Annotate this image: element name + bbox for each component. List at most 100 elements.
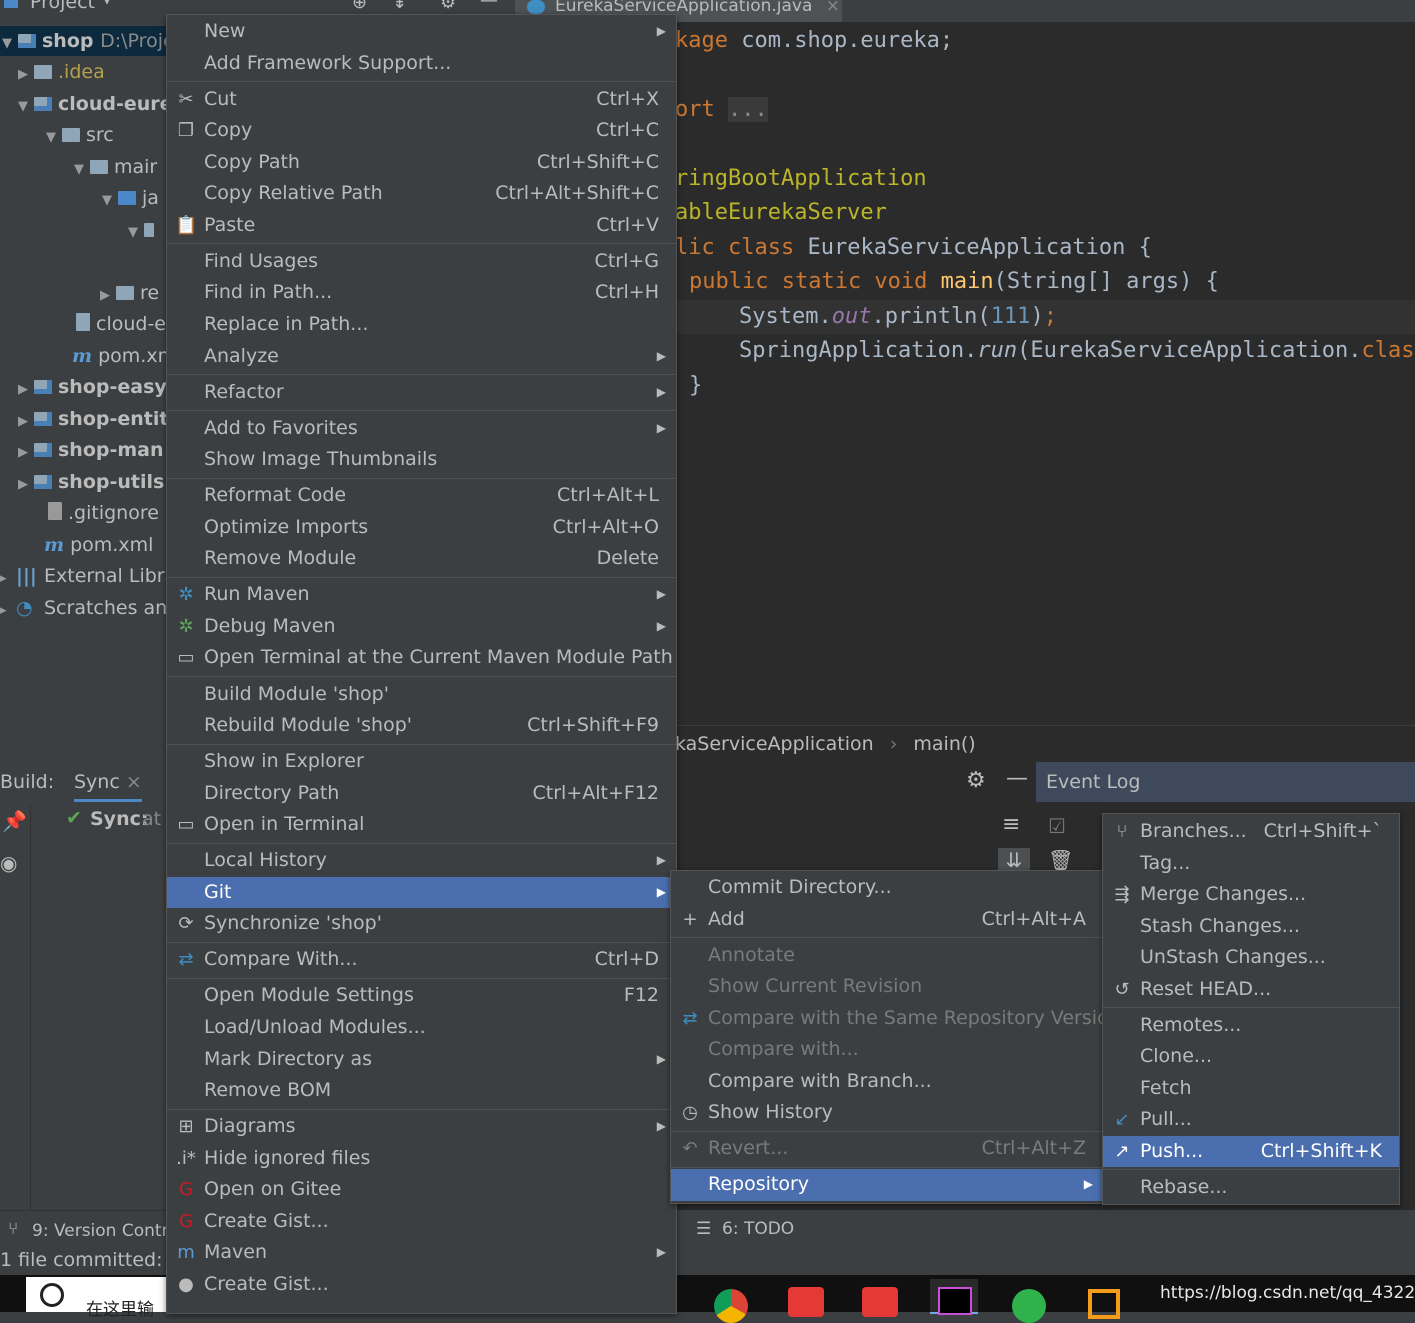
chevron-down-icon[interactable]: ▼ <box>46 123 62 153</box>
intellij-icon[interactable] <box>930 1279 978 1315</box>
event-log-title[interactable]: Event Log <box>1046 771 1140 793</box>
menu-item-run-maven[interactable]: ✲ Run Maven ▶ <box>167 579 676 611</box>
code-editor[interactable]: kage com.shop.eureka; ort ... ringBootAp… <box>675 22 1415 725</box>
menu-item-find-in-path[interactable]: Find in Path... Ctrl+H <box>167 277 676 309</box>
menu-item-fetch[interactable]: Fetch <box>1103 1073 1399 1105</box>
project-view-label[interactable]: Project <box>30 0 95 13</box>
menu-item-replace-in-path[interactable]: Replace in Path... <box>167 309 676 341</box>
menu-item-compare-with-branch[interactable]: Compare with Branch... <box>671 1066 1103 1098</box>
trash-icon[interactable]: 🗑 <box>1048 848 1073 872</box>
tree-item-java[interactable]: ▼ ja <box>0 183 159 213</box>
chevron-right-icon[interactable]: ▶ <box>18 375 34 405</box>
chevron-right-icon[interactable]: ▶ <box>18 438 34 468</box>
tree-item-shop-utils[interactable]: ▶ shop-utils <box>0 467 164 497</box>
tree-item-cloud-eureka[interactable]: ▼ cloud-eure <box>0 89 166 119</box>
chevron-down-icon[interactable]: ▼ <box>18 92 34 122</box>
menu-item-stash-changes[interactable]: Stash Changes... <box>1103 911 1399 943</box>
menu-item-rebase[interactable]: Rebase... <box>1103 1172 1399 1204</box>
chevron-down-icon[interactable]: ▼ <box>74 155 90 185</box>
todo-tab[interactable]: 6: TODO <box>722 1210 794 1248</box>
target-icon[interactable]: ⊕ <box>352 0 367 13</box>
chevron-right-icon[interactable]: ▶ <box>100 281 116 311</box>
menu-item-hide-ignored-files[interactable]: .i* Hide ignored files <box>167 1143 676 1175</box>
menu-item-cut[interactable]: ✂ Cut Ctrl+X <box>167 84 676 116</box>
tree-item-pom[interactable]: mpom.xm <box>0 341 166 371</box>
chevron-right-icon[interactable]: ▶ <box>18 407 34 437</box>
menu-item-debug-maven[interactable]: ✲ Debug Maven ▶ <box>167 611 676 643</box>
close-icon[interactable]: × <box>826 0 840 16</box>
netease-music-icon[interactable] <box>862 1287 898 1317</box>
chevron-right-icon[interactable]: ▸ <box>0 596 16 626</box>
menu-item-compare-with[interactable]: ⇄ Compare With... Ctrl+D <box>167 944 676 976</box>
collapse-icon[interactable]: ⇟ <box>392 0 407 13</box>
breadcrumb-class[interactable]: kaServiceApplication <box>675 733 874 755</box>
chevron-right-icon[interactable]: ▶ <box>18 60 34 90</box>
taskbar-search-box[interactable]: 在这里输 <box>26 1277 166 1320</box>
tree-item-shop-entity[interactable]: ▶ shop-entit <box>0 404 166 434</box>
menu-item-remove-bom[interactable]: Remove BOM <box>167 1075 676 1107</box>
menu-item-find-usages[interactable]: Find Usages Ctrl+G <box>167 246 676 278</box>
tree-item-scratches[interactable]: ▸ ◔ Scratches and <box>0 593 166 623</box>
youdao-icon[interactable] <box>788 1287 824 1317</box>
menu-item-add-to-favorites[interactable]: Add to Favorites ▶ <box>167 413 676 445</box>
menu-item-show-image-thumbnails[interactable]: Show Image Thumbnails <box>167 444 676 476</box>
chevron-right-icon[interactable]: ▶ <box>18 470 34 500</box>
menu-item-open-on-gitee[interactable]: G Open on Gitee <box>167 1174 676 1206</box>
menu-item-remotes[interactable]: Remotes... <box>1103 1010 1399 1042</box>
tree-item-external-libraries[interactable]: ▸ ||| External Libra <box>0 561 166 591</box>
menu-item-merge-changes[interactable]: ⇶ Merge Changes... <box>1103 879 1399 911</box>
menu-item-unstash-changes[interactable]: UnStash Changes... <box>1103 942 1399 974</box>
menu-item-git[interactable]: Git ▶ <box>167 876 676 909</box>
menu-item-add-framework-support[interactable]: Add Framework Support... <box>167 48 676 80</box>
menu-item-remove-module[interactable]: Remove Module Delete <box>167 543 676 575</box>
menu-item-open-terminal-at-the-current-maven-module-path[interactable]: ▭ Open Terminal at the Current Maven Modu… <box>167 642 676 674</box>
menu-item-branches[interactable]: ⑂ Branches... Ctrl+Shift+` <box>1103 816 1399 848</box>
menu-item-load-unload-modules[interactable]: Load/Unload Modules... <box>167 1012 676 1044</box>
menu-item-repository[interactable]: Repository ▶ <box>671 1169 1103 1201</box>
menu-item-refactor[interactable]: Refactor ▶ <box>167 377 676 409</box>
wechat-icon[interactable] <box>1012 1289 1046 1323</box>
menu-item-reformat-code[interactable]: Reformat Code Ctrl+Alt+L <box>167 480 676 512</box>
menu-item-diagrams[interactable]: ⊞ Diagrams ▶ <box>167 1111 676 1143</box>
minimize-icon[interactable]: — <box>480 0 498 11</box>
menu-item-reset-head[interactable]: ↺ Reset HEAD... <box>1103 974 1399 1006</box>
menu-item-optimize-imports[interactable]: Optimize Imports Ctrl+Alt+O <box>167 512 676 544</box>
menu-item-copy-relative-path[interactable]: Copy Relative Path Ctrl+Alt+Shift+C <box>167 178 676 210</box>
menu-item-maven[interactable]: m Maven ▶ <box>167 1237 676 1269</box>
tree-item-cloud-e-iml[interactable]: cloud-e <box>0 309 166 339</box>
eye-icon[interactable]: ◉ <box>0 851 17 875</box>
menu-item-clone[interactable]: Clone... <box>1103 1041 1399 1073</box>
chevron-right-icon[interactable]: ▸ <box>0 564 16 594</box>
menu-item-mark-directory-as[interactable]: Mark Directory as ▶ <box>167 1044 676 1076</box>
tree-item-shop[interactable]: ▼shop D:\Proje <box>0 26 166 56</box>
version-control-tab[interactable]: 9: Version Contro <box>32 1221 179 1241</box>
tree-item-shop-manager[interactable]: ▶ shop-man <box>0 435 164 465</box>
tree-item-gitignore[interactable]: .gitignore <box>0 498 159 528</box>
chevron-down-icon[interactable]: ▼ <box>128 218 144 248</box>
chevron-down-icon[interactable]: ▼ <box>102 0 112 7</box>
menu-item-create-gist[interactable]: ● Create Gist... <box>167 1269 676 1301</box>
vmware-icon[interactable] <box>1088 1289 1120 1319</box>
menu-item-pull[interactable]: ↙ Pull... <box>1103 1104 1399 1136</box>
checkbox-icon[interactable]: ☑ <box>1048 814 1066 838</box>
menu-item-synchronize-shop[interactable]: ⟳ Synchronize 'shop' <box>167 908 676 940</box>
menu-item-open-in-terminal[interactable]: ▭ Open in Terminal <box>167 809 676 841</box>
menu-item-build-module-shop[interactable]: Build Module 'shop' <box>167 679 676 711</box>
tree-item-package[interactable]: ▼ <box>0 215 160 245</box>
menu-item-commit-directory[interactable]: Commit Directory... <box>671 872 1103 904</box>
chevron-down-icon[interactable]: ▼ <box>2 29 18 59</box>
chrome-icon[interactable] <box>714 1289 748 1323</box>
menu-item-tag[interactable]: Tag... <box>1103 848 1399 880</box>
menu-item-add[interactable]: + Add Ctrl+Alt+A <box>671 904 1103 936</box>
menu-item-analyze[interactable]: Analyze ▶ <box>167 341 676 373</box>
gear-icon[interactable]: ⚙ <box>966 768 986 793</box>
breadcrumb-method[interactable]: main() <box>913 733 975 755</box>
menu-item-rebuild-module-shop[interactable]: Rebuild Module 'shop' Ctrl+Shift+F9 <box>167 710 676 742</box>
tree-item-src[interactable]: ▼ src <box>0 120 114 150</box>
menu-item-paste[interactable]: 📋 Paste Ctrl+V <box>167 210 676 242</box>
build-tab-sync[interactable]: Sync × <box>74 771 142 802</box>
tree-item-idea[interactable]: ▶ .idea <box>0 57 105 87</box>
tree-item-shop-easy[interactable]: ▶ shop-easy <box>0 372 166 402</box>
menu-item-directory-path[interactable]: Directory Path Ctrl+Alt+F12 <box>167 778 676 810</box>
pin-icon[interactable]: 📌 <box>2 809 27 833</box>
